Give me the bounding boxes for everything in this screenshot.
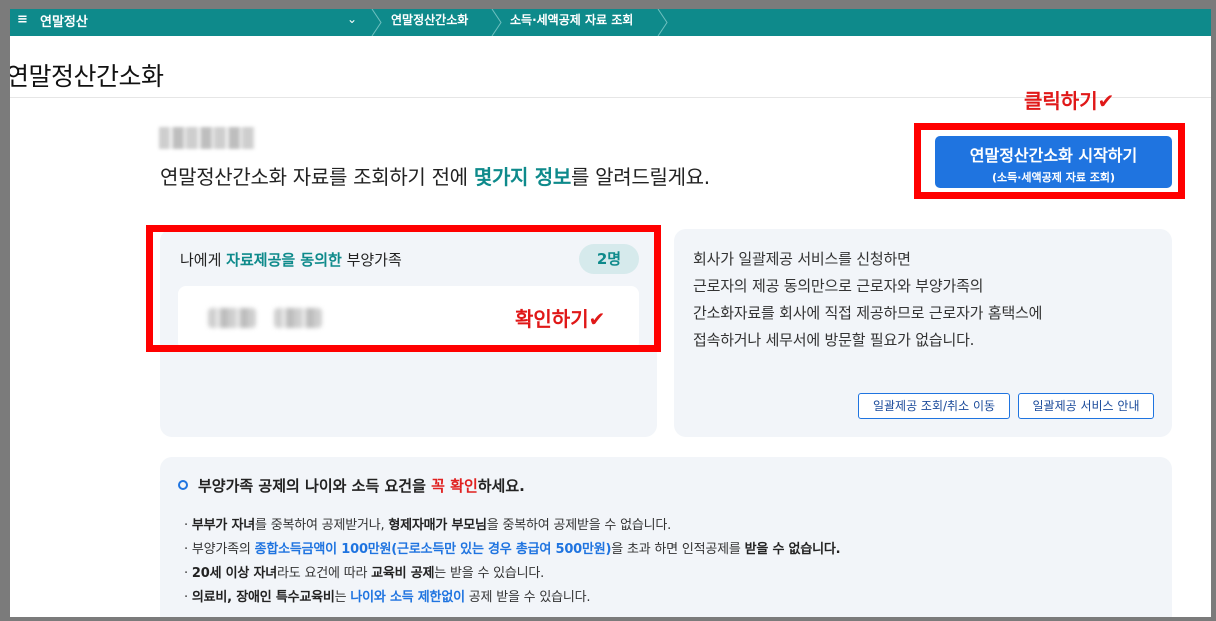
start-button-sublabel: (소득·세액공제 자료 조회) [991, 171, 1116, 184]
req-text: 를 중복하여 공제받거나, [255, 518, 389, 533]
info-line: 접속하거나 세무서에 방문할 필요가 없습니다. [693, 331, 975, 349]
req-bold: 의료비, 장애인 특수교육비 [191, 590, 335, 605]
annotation-click: 클릭하기✔ [1024, 89, 1115, 113]
circle-bullet-icon [178, 480, 188, 490]
requirements-title-after: 하세요. [477, 477, 525, 495]
breadcrumb-item-simplified[interactable]: 연말정산간소화 [391, 11, 468, 28]
bulk-lookup-cancel-button[interactable]: 일괄제공 조회/취소 이동 [858, 393, 1010, 419]
req-bold: 형제자매가 부모님 [388, 518, 487, 533]
requirements-card: 부양가족 공제의 나이와 소득 요건을 꼭 확인하세요. · 부부가 자녀를 중… [160, 457, 1172, 617]
req-bold: 교육비 공제 [371, 566, 435, 581]
req-blue: 나이와 소득 제한없이 [350, 590, 465, 605]
req-text: 는 [334, 590, 351, 605]
req-text: 을 초과 하면 인적공제를 [611, 542, 745, 557]
breadcrumb-separator-icon [491, 9, 502, 36]
start-button-label: 연말정산간소화 시작하기 [969, 146, 1138, 165]
app-window: ≡ 연말정산 ⌄ 연말정산간소화 소득·세액공제 자료 조회 연말정산간소화 연… [10, 9, 1211, 617]
req-text: 을 중복하여 공제받을 수 없습니다. [486, 518, 672, 533]
req-bold: 받을 수 없습니다. [744, 542, 841, 557]
req-bold: 부부가 자녀 [191, 518, 256, 533]
hamburger-icon[interactable]: ≡ [17, 12, 28, 27]
req-text: 는 받을 수 있습니다. [434, 566, 545, 581]
breadcrumb-item-data-lookup[interactable]: 소득·세액공제 자료 조회 [510, 11, 633, 28]
info-line: 근로자의 제공 동의만으로 근로자와 부양가족의 [693, 277, 984, 295]
requirements-title: 부양가족 공제의 나이와 소득 요건을 꼭 확인하세요. [178, 475, 525, 496]
req-blue: 종합소득금액이 100만원(근로소득만 있는 경우 총급여 500만원) [254, 542, 612, 557]
bulk-service-guide-button[interactable]: 일괄제공 서비스 안내 [1018, 393, 1154, 419]
requirements-title-highlight: 꼭 확인 [431, 477, 478, 495]
intro-text-before: 연말정산간소화 자료를 조회하기 전에 [160, 165, 474, 189]
start-simplified-button[interactable]: 연말정산간소화 시작하기 (소득·세액공제 자료 조회) [935, 136, 1172, 188]
intro-text: 연말정산간소화 자료를 조회하기 전에 몇가지 정보를 알려드릴게요. [160, 161, 710, 190]
nav-title[interactable]: 연말정산 [40, 11, 88, 30]
bulk-provision-info-card: 회사가 일괄제공 서비스를 신청하면 근로자의 제공 동의만으로 근로자와 부양… [674, 229, 1172, 437]
requirement-item: · 부부가 자녀를 중복하여 공제받거나, 형제자매가 부모님을 중복하여 공제… [184, 518, 672, 533]
chevron-down-icon[interactable]: ⌄ [347, 12, 357, 26]
breadcrumb-separator-icon [657, 9, 668, 36]
requirement-item: · 부양가족의 종합소득금액이 100만원(근로소득만 있는 경우 총급여 50… [184, 542, 841, 557]
info-line: 간소화자료를 회사에 직접 제공하므로 근로자가 홈택스에 [693, 304, 1043, 322]
annotation-box-dependents [146, 225, 661, 352]
req-text: 공제 받을 수 있습니다. [464, 590, 591, 605]
req-bold: 20세 이상 자녀 [191, 566, 278, 581]
requirement-item: · 의료비, 장애인 특수교육비는 나이와 소득 제한없이 공제 받을 수 있습… [184, 590, 591, 605]
req-text: 부양가족의 [191, 542, 255, 557]
breadcrumb-separator-icon [371, 9, 382, 36]
intro-text-after: 를 알려드릴게요. [571, 165, 710, 189]
page-title: 연말정산간소화 [10, 62, 164, 91]
requirement-item: · 20세 이상 자녀라도 요건에 따라 교육비 공제는 받을 수 있습니다. [184, 566, 545, 581]
intro-text-highlight: 몇가지 정보 [473, 165, 572, 189]
req-text: 라도 요건에 따라 [277, 566, 372, 581]
blurred-user-name [159, 127, 255, 149]
top-nav-bar: ≡ 연말정산 ⌄ 연말정산간소화 소득·세액공제 자료 조회 [10, 9, 1211, 36]
requirements-title-before: 부양가족 공제의 나이와 소득 요건을 [198, 477, 432, 495]
info-line: 회사가 일괄제공 서비스를 신청하면 [693, 250, 911, 268]
